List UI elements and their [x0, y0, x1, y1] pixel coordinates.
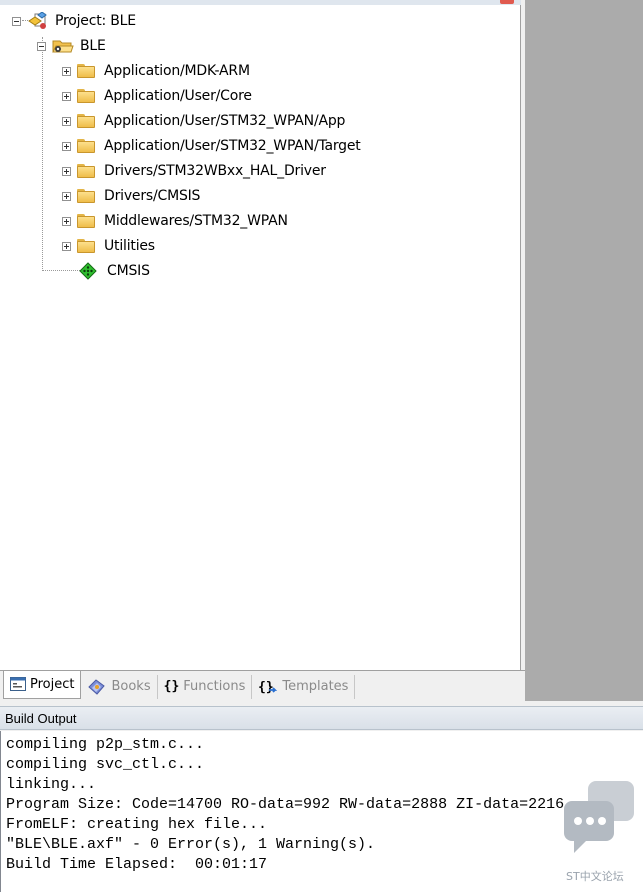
folder-icon: [77, 189, 95, 203]
templates-icon: {}: [258, 679, 278, 695]
expand-icon[interactable]: [62, 191, 71, 201]
expand-icon[interactable]: [62, 141, 71, 151]
output-line: Build Time Elapsed: 00:01:17: [6, 856, 268, 873]
tab-books-label: Books: [111, 679, 151, 694]
expand-icon[interactable]: [62, 216, 71, 226]
tree-group-label: Drivers/CMSIS: [104, 188, 201, 204]
collapse-icon[interactable]: [12, 16, 21, 26]
folder-icon: [77, 139, 95, 153]
tree-group-label: Utilities: [104, 238, 155, 254]
close-icon[interactable]: [500, 0, 514, 4]
tree-guide-line: [42, 37, 43, 271]
folder-icon: [77, 214, 95, 228]
output-line: compiling p2p_stm.c...: [6, 736, 205, 753]
collapse-icon[interactable]: [37, 41, 46, 51]
editor-area[interactable]: [525, 0, 643, 701]
tree-group[interactable]: Application/User/STM32_WPAN/Target: [62, 135, 361, 157]
tree-group-label: Drivers/STM32WBxx_HAL_Driver: [104, 163, 326, 179]
build-output-console[interactable]: compiling p2p_stm.c... compiling svc_ctl…: [0, 731, 643, 892]
expand-icon[interactable]: [62, 116, 71, 126]
expand-icon[interactable]: [62, 166, 71, 176]
tree-group[interactable]: Middlewares/STM32_WPAN: [62, 210, 288, 232]
tab-templates-label: Templates: [282, 679, 349, 694]
tree-target-label: BLE: [80, 38, 106, 54]
target-folder-icon: [52, 40, 74, 53]
tab-project-label: Project: [30, 676, 75, 692]
tree-group-label: Application/User/STM32_WPAN/App: [104, 113, 346, 129]
folder-icon: [77, 64, 95, 78]
tree-guide-line: [42, 270, 82, 271]
output-line: FromELF: creating hex file...: [6, 816, 268, 833]
expand-icon[interactable]: [62, 91, 71, 101]
tab-books[interactable]: Books: [81, 674, 158, 699]
output-line: compiling svc_ctl.c...: [6, 756, 205, 773]
folder-icon: [77, 114, 95, 128]
tab-project[interactable]: Project: [3, 670, 82, 699]
panel-tab-bar: Project Books {} Functions {} Templates: [0, 670, 525, 702]
tree-group[interactable]: Drivers/CMSIS: [62, 185, 200, 207]
braces-icon: {}: [163, 679, 180, 694]
project-window-icon: [10, 677, 26, 691]
output-line: linking...: [6, 776, 97, 793]
tab-functions[interactable]: {} Functions: [158, 674, 253, 699]
books-icon: [87, 678, 107, 696]
build-output-header: Build Output: [0, 706, 643, 730]
tree-root-project[interactable]: Project: BLE: [12, 10, 136, 32]
tree-group-label: Middlewares/STM32_WPAN: [104, 213, 288, 229]
tree-root-label: Project: BLE: [55, 13, 136, 29]
tree-group-label: Application/MDK-ARM: [104, 63, 250, 79]
expand-icon[interactable]: [62, 66, 71, 76]
tree-group[interactable]: Application/User/Core: [62, 85, 252, 107]
folder-icon: [77, 164, 95, 178]
expand-icon[interactable]: [62, 241, 71, 251]
tab-functions-label: Functions: [183, 679, 246, 694]
tree-group[interactable]: Application/MDK-ARM: [62, 60, 250, 82]
svg-text:{}: {}: [258, 680, 274, 695]
tree-component-label: CMSIS: [107, 263, 150, 279]
tree-component-cmsis[interactable]: CMSIS: [79, 260, 150, 282]
tree-group[interactable]: Application/User/STM32_WPAN/App: [62, 110, 345, 132]
tab-templates[interactable]: {} Templates: [252, 674, 356, 699]
green-diamond-component-icon: [79, 262, 97, 280]
project-tree-panel[interactable]: Project: BLE BLE Application/MDK-ARM App…: [0, 5, 521, 670]
output-line: "BLE\BLE.axf" - 0 Error(s), 1 Warning(s)…: [6, 836, 376, 853]
output-line: Program Size: Code=14700 RO-data=992 RW-…: [6, 796, 565, 813]
tree-group[interactable]: Utilities: [62, 235, 155, 257]
build-output-title: Build Output: [5, 711, 77, 726]
project-icon: [28, 12, 47, 29]
tree-group[interactable]: Drivers/STM32WBxx_HAL_Driver: [62, 160, 326, 182]
tree-target-ble[interactable]: BLE: [37, 35, 106, 57]
watermark-text: ST中文论坛: [566, 870, 624, 883]
folder-icon: [77, 89, 95, 103]
tree-group-label: Application/User/Core: [104, 88, 252, 104]
tree-group-label: Application/User/STM32_WPAN/Target: [104, 138, 361, 154]
folder-icon: [77, 239, 95, 253]
